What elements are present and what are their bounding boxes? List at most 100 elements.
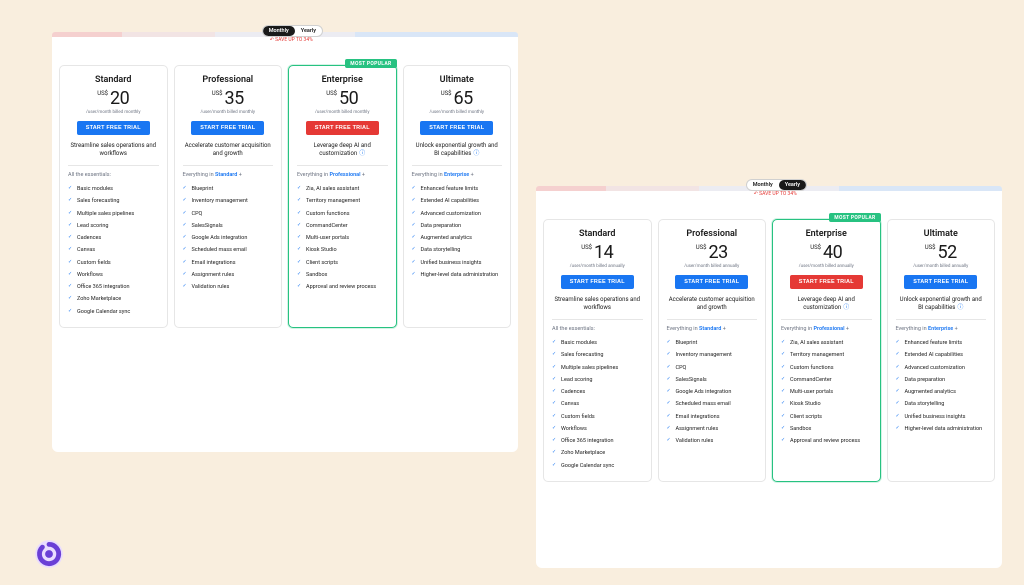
feature-item: Inventory management — [183, 195, 274, 207]
feature-item: Kiosk Studio — [781, 398, 872, 410]
price: US$23 — [667, 242, 758, 263]
feature-item: Higher-level data administration — [412, 269, 503, 281]
plan-tagline: Streamline sales operations and workflow… — [552, 296, 643, 320]
feature-heading: Everything in Standard + — [667, 326, 758, 332]
feature-item: Client scripts — [297, 257, 388, 269]
feature-item: Data storytelling — [412, 244, 503, 256]
price-value: 35 — [225, 88, 244, 109]
feature-item: Kiosk Studio — [297, 244, 388, 256]
feature-item: SalesSignals — [667, 374, 758, 386]
start-trial-button[interactable]: START FREE TRIAL — [191, 121, 264, 135]
plan-card-enterprise: MOST POPULAR Enterprise US$40 /user/mont… — [772, 219, 881, 482]
toggle-monthly[interactable]: Monthly — [263, 26, 295, 36]
price-value: 40 — [823, 242, 842, 263]
feature-item: Cadences — [552, 386, 643, 398]
feature-item: Custom functions — [781, 362, 872, 374]
toggle-monthly[interactable]: Monthly — [747, 180, 779, 190]
info-icon[interactable]: ⓘ — [957, 304, 963, 311]
plan-tagline: Accelerate customer acquisition and grow… — [667, 296, 758, 320]
feature-heading: Everything in Standard + — [183, 172, 274, 178]
plan-card-ultimate: Ultimate US$65 /user/month billed monthl… — [403, 65, 512, 328]
feature-item: Multi-user portals — [781, 386, 872, 398]
feature-item: Blueprint — [183, 183, 274, 195]
toggle-yearly[interactable]: Yearly — [295, 26, 322, 36]
start-trial-button[interactable]: START FREE TRIAL — [675, 275, 748, 289]
billing-note: /user/month billed monthly — [68, 110, 159, 115]
info-icon[interactable]: ⓘ — [473, 150, 479, 157]
billing-pill[interactable]: Monthly Yearly — [746, 179, 807, 191]
start-trial-button[interactable]: START FREE TRIAL — [790, 275, 863, 289]
price: US$20 — [68, 88, 159, 109]
start-trial-button[interactable]: START FREE TRIAL — [420, 121, 493, 135]
feature-list: Enhanced feature limitsExtended AI capab… — [896, 337, 987, 435]
plan-card-professional: Professional US$23 /user/month billed an… — [658, 219, 767, 482]
feature-heading: Everything in Professional + — [297, 172, 388, 178]
feature-item: Enhanced feature limits — [412, 183, 503, 195]
start-trial-button[interactable]: START FREE TRIAL — [904, 275, 977, 289]
app-logo-icon — [34, 539, 64, 569]
feature-item: Data preparation — [412, 220, 503, 232]
start-trial-button[interactable]: START FREE TRIAL — [306, 121, 379, 135]
feature-item: Higher-level data administration — [896, 423, 987, 435]
plan-name: Professional — [183, 75, 274, 85]
feature-item: Office 365 integration — [552, 435, 643, 447]
feature-item: CommandCenter — [781, 374, 872, 386]
feature-list: Enhanced feature limitsExtended AI capab… — [412, 183, 503, 281]
start-trial-button[interactable]: START FREE TRIAL — [77, 121, 150, 135]
plan-card-enterprise: MOST POPULAR Enterprise US$50 /user/mont… — [288, 65, 397, 328]
plan-card-standard: Standard US$20 /user/month billed monthl… — [59, 65, 168, 328]
feature-heading: All the essentials: — [68, 172, 159, 178]
feature-item: Canvas — [68, 244, 159, 256]
feature-item: Multiple sales pipelines — [68, 208, 159, 220]
start-trial-button[interactable]: START FREE TRIAL — [561, 275, 634, 289]
plan-card-standard: Standard US$14 /user/month billed annual… — [543, 219, 652, 482]
plan-tagline: Unlock exponential growth and BI capabil… — [412, 142, 503, 166]
currency-label: US$ — [696, 244, 707, 251]
plan-tagline: Leverage deep AI and customizationⓘ — [781, 296, 872, 320]
billing-toggle: Monthly Yearly SAVE UP TO 34% — [746, 179, 807, 191]
feature-item: Extended AI capabilities — [896, 349, 987, 361]
price-value: 65 — [454, 88, 473, 109]
feature-list: Basic modulesSales forecastingMultiple s… — [552, 337, 643, 472]
billing-note: /user/month billed annually — [781, 264, 872, 269]
feature-item: Client scripts — [781, 411, 872, 423]
info-icon[interactable]: ⓘ — [843, 304, 849, 311]
feature-item: Territory management — [781, 349, 872, 361]
price-value: 23 — [709, 242, 728, 263]
feature-list: Basic modulesSales forecastingMultiple s… — [68, 183, 159, 318]
plan-name: Standard — [552, 229, 643, 239]
feature-item: Unified business insights — [896, 411, 987, 423]
feature-item: Cadences — [68, 232, 159, 244]
plan-card-ultimate: Ultimate US$52 /user/month billed annual… — [887, 219, 996, 482]
price: US$50 — [297, 88, 388, 109]
plan-name: Ultimate — [896, 229, 987, 239]
feature-item: CPQ — [183, 208, 274, 220]
feature-item: Lead scoring — [552, 374, 643, 386]
feature-item: Blueprint — [667, 337, 758, 349]
price-value: 14 — [594, 242, 613, 263]
billing-note: /user/month billed monthly — [183, 110, 274, 115]
currency-label: US$ — [212, 90, 223, 97]
feature-item: Email integrations — [183, 257, 274, 269]
plan-name: Ultimate — [412, 75, 503, 85]
billing-pill[interactable]: Monthly Yearly — [262, 25, 323, 37]
price: US$40 — [781, 242, 872, 263]
feature-item: Zoho Marketplace — [552, 447, 643, 459]
info-icon[interactable]: ⓘ — [359, 150, 365, 157]
currency-label: US$ — [810, 244, 821, 251]
feature-item: SalesSignals — [183, 220, 274, 232]
feature-item: Custom functions — [297, 208, 388, 220]
feature-heading: Everything in Enterprise + — [412, 172, 503, 178]
plan-tagline: Accelerate customer acquisition and grow… — [183, 142, 274, 166]
feature-item: CPQ — [667, 362, 758, 374]
feature-item: Google Calendar sync — [68, 306, 159, 318]
feature-item: Territory management — [297, 195, 388, 207]
toggle-yearly[interactable]: Yearly — [779, 180, 806, 190]
feature-item: Assignment rules — [667, 423, 758, 435]
billing-note: /user/month billed monthly — [412, 110, 503, 115]
currency-label: US$ — [326, 90, 337, 97]
feature-item: Sales forecasting — [68, 195, 159, 207]
feature-item: Approval and review process — [781, 435, 872, 447]
feature-item: Validation rules — [667, 435, 758, 447]
feature-list: Zia, AI sales assistantTerritory managem… — [297, 183, 388, 293]
